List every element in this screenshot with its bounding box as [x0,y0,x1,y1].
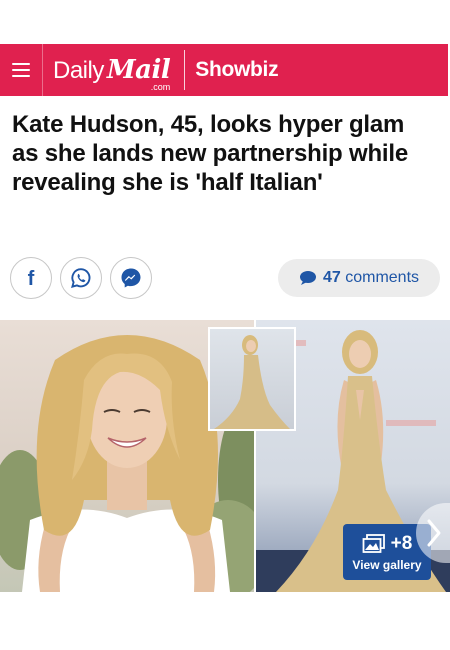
comments-label: comments [345,269,420,286]
share-buttons: f [10,257,152,299]
comments-count: 47 [322,269,341,286]
svg-text:f: f [28,268,35,289]
messenger-icon [121,268,141,288]
menu-button[interactable] [0,44,42,96]
logo-mail-text: Mail [106,55,171,85]
whatsapp-share-button[interactable] [60,257,102,299]
messenger-share-button[interactable] [110,257,152,299]
chevron-right-icon [427,519,441,547]
site-header: Daily Mail .com Showbiz [0,44,448,96]
photo-gallery[interactable]: +8 View gallery [0,320,450,592]
section-link-showbiz[interactable]: Showbiz [195,58,278,82]
article-headline: Kate Hudson, 45, looks hyper glam as she… [12,111,408,196]
daily-mail-logo[interactable]: Daily Mail .com [53,44,171,96]
photos-icon [362,533,385,553]
whatsapp-icon [71,268,91,288]
facebook-icon: f [28,268,35,289]
logo-daily-text: Daily [53,57,104,84]
logo-dotcom-text: .com [150,82,171,92]
hamburger-menu-icon [12,63,30,77]
gallery-extra-count: +8 [390,532,413,554]
header-divider [42,44,43,96]
comments-button[interactable]: 47 comments [278,259,440,297]
facebook-share-button[interactable]: f [10,257,52,299]
comment-bubble-icon [299,271,316,285]
view-gallery-label: View gallery [352,557,422,572]
inset-red-carpet-photo[interactable] [208,327,296,431]
section-divider [184,50,186,90]
